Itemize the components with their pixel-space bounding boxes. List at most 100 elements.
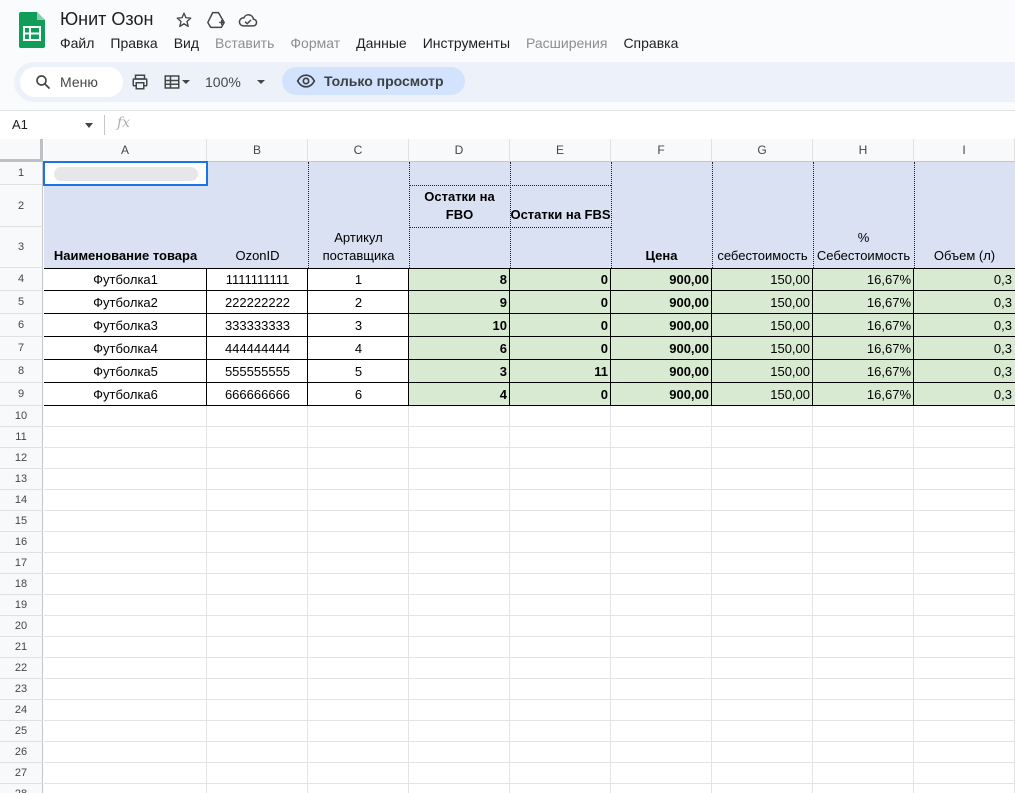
column-header[interactable]: D: [409, 139, 510, 162]
data-cell[interactable]: 0: [510, 268, 611, 291]
name-box[interactable]: A1: [12, 117, 28, 132]
data-cell[interactable]: 11: [510, 360, 611, 383]
data-cell[interactable]: 0: [510, 337, 611, 360]
select-all-corner[interactable]: [0, 139, 43, 162]
data-cell[interactable]: 4: [308, 337, 409, 360]
column-header[interactable]: I: [914, 139, 1015, 162]
header-name[interactable]: Наименование товара: [44, 185, 207, 268]
row-header[interactable]: 24: [0, 700, 43, 721]
row-header[interactable]: 8: [0, 360, 43, 383]
row-header[interactable]: 26: [0, 742, 43, 763]
data-cell[interactable]: 900,00: [611, 383, 712, 406]
column-header[interactable]: C: [308, 139, 409, 162]
data-cell[interactable]: 150,00: [712, 383, 813, 406]
row-header[interactable]: 11: [0, 427, 43, 448]
data-cell[interactable]: 222222222: [207, 291, 308, 314]
data-cell[interactable]: Футболка4: [44, 337, 207, 360]
column-header[interactable]: F: [611, 139, 712, 162]
row-header[interactable]: 21: [0, 637, 43, 658]
column-header[interactable]: B: [207, 139, 308, 162]
row-header[interactable]: 9: [0, 383, 43, 406]
data-cell[interactable]: 900,00: [611, 314, 712, 337]
row-header[interactable]: 27: [0, 763, 43, 784]
data-cell[interactable]: 6: [308, 383, 409, 406]
header-ozon-id[interactable]: OzonID: [207, 162, 308, 268]
row-header[interactable]: 13: [0, 469, 43, 490]
row-header[interactable]: 6: [0, 314, 43, 337]
data-cell[interactable]: 0: [510, 314, 611, 337]
menu-item-5[interactable]: Данные: [348, 33, 415, 53]
row-header[interactable]: 4: [0, 268, 43, 291]
header-price[interactable]: Цена: [611, 162, 712, 268]
row-header[interactable]: 2: [0, 185, 43, 227]
data-cell[interactable]: 8: [409, 268, 510, 291]
star-icon[interactable]: [172, 9, 196, 31]
row-header[interactable]: 25: [0, 721, 43, 742]
column-header[interactable]: H: [813, 139, 914, 162]
data-cell[interactable]: 666666666: [207, 383, 308, 406]
row-header[interactable]: 5: [0, 291, 43, 314]
data-cell[interactable]: 6: [409, 337, 510, 360]
header-fbs[interactable]: Остатки на FBS: [510, 185, 611, 227]
data-cell[interactable]: 16,67%: [813, 291, 914, 314]
data-cell[interactable]: 2: [308, 291, 409, 314]
header-cost-pct[interactable]: % Себестоимость: [813, 162, 914, 268]
data-cell[interactable]: 900,00: [611, 268, 712, 291]
data-cell[interactable]: 150,00: [712, 337, 813, 360]
data-cell[interactable]: 4: [409, 383, 510, 406]
data-cell[interactable]: 3: [409, 360, 510, 383]
data-cell[interactable]: 1111111111: [207, 268, 308, 291]
row-header[interactable]: 18: [0, 574, 43, 595]
data-cell[interactable]: 0,3: [914, 383, 1015, 406]
print-button[interactable]: [128, 70, 152, 94]
menu-item-3[interactable]: Вставить: [207, 33, 282, 53]
header-article[interactable]: Артикул поставщика: [308, 162, 409, 268]
data-cell[interactable]: 150,00: [712, 314, 813, 337]
menu-item-7[interactable]: Расширения: [518, 33, 615, 53]
header-cost[interactable]: себестоимость: [712, 162, 813, 268]
data-cell[interactable]: Футболка2: [44, 291, 207, 314]
data-cell[interactable]: 0,3: [914, 337, 1015, 360]
spreadsheet-grid[interactable]: A B C D E F G H I 1 2 3 4 5 6 7 8 9 10 11 12 13 14 15 16 17 18 19 20…: [0, 139, 1015, 793]
menu-item-4[interactable]: Формат: [282, 33, 348, 53]
chevron-down-icon[interactable]: [84, 122, 94, 130]
data-cell[interactable]: 900,00: [611, 291, 712, 314]
table-format-button[interactable]: [159, 70, 195, 94]
cloud-status-icon[interactable]: [236, 9, 260, 31]
row-header[interactable]: 17: [0, 553, 43, 574]
row-header[interactable]: 12: [0, 448, 43, 469]
row-header[interactable]: 3: [0, 227, 43, 268]
search-menus-button[interactable]: Меню: [20, 67, 123, 97]
data-cell[interactable]: 1: [308, 268, 409, 291]
data-cell[interactable]: 16,67%: [813, 383, 914, 406]
menu-item-1[interactable]: Правка: [102, 33, 165, 53]
move-to-drive-icon[interactable]: [204, 9, 228, 31]
data-cell[interactable]: 3: [308, 314, 409, 337]
row-header[interactable]: 28: [0, 784, 43, 793]
data-cell[interactable]: Футболка3: [44, 314, 207, 337]
data-cell[interactable]: 16,67%: [813, 360, 914, 383]
data-cell[interactable]: 0: [510, 291, 611, 314]
data-cell[interactable]: 0: [510, 383, 611, 406]
document-title[interactable]: Юнит Озон: [60, 9, 153, 30]
data-cell[interactable]: 333333333: [207, 314, 308, 337]
column-header[interactable]: A: [44, 139, 207, 162]
data-cell[interactable]: 0,3: [914, 268, 1015, 291]
data-cell[interactable]: 16,67%: [813, 337, 914, 360]
menu-item-6[interactable]: Инструменты: [415, 33, 518, 53]
data-cell[interactable]: 16,67%: [813, 314, 914, 337]
menu-item-2[interactable]: Вид: [166, 33, 207, 53]
menu-item-0[interactable]: Файл: [52, 33, 102, 53]
row-header[interactable]: 20: [0, 616, 43, 637]
active-cell-selection[interactable]: [43, 161, 208, 186]
data-cell[interactable]: 0,3: [914, 360, 1015, 383]
row-header[interactable]: 7: [0, 337, 43, 360]
view-only-button[interactable]: Только просмотр: [282, 67, 465, 95]
row-header[interactable]: 14: [0, 490, 43, 511]
data-cell[interactable]: 150,00: [712, 291, 813, 314]
data-cell[interactable]: 9: [409, 291, 510, 314]
data-cell[interactable]: 150,00: [712, 360, 813, 383]
row-header[interactable]: 15: [0, 511, 43, 532]
sheets-logo-icon[interactable]: [19, 12, 45, 48]
row-header[interactable]: 1: [0, 162, 43, 185]
